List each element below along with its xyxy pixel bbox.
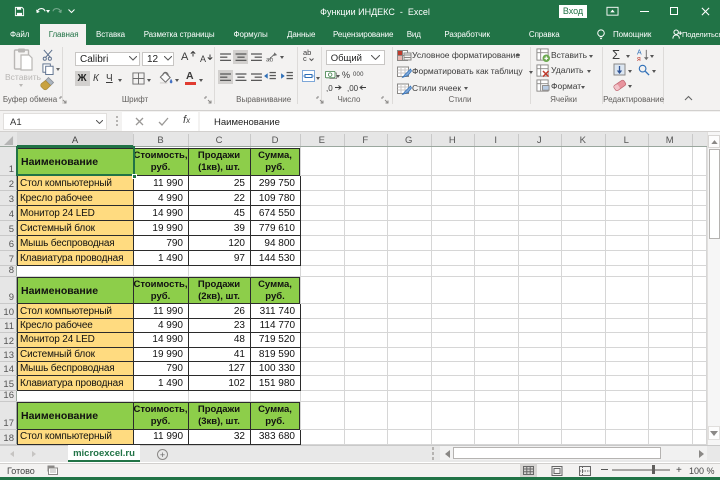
svg-text:я: я <box>637 56 641 61</box>
svg-text:ab: ab <box>266 57 274 63</box>
